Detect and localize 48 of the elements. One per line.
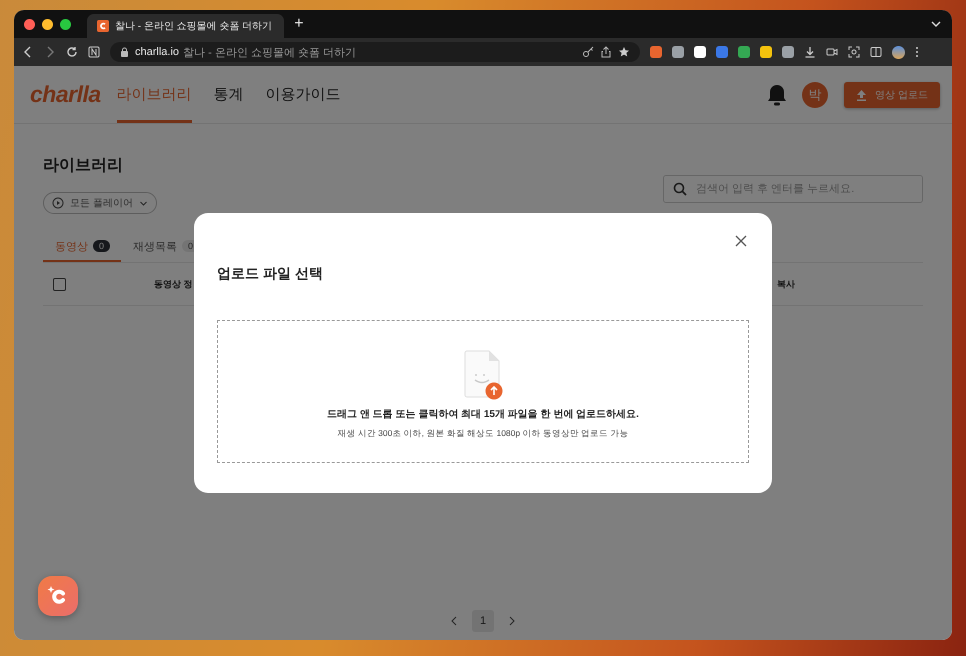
upload-limits-note: 재생 시간 300초 이하, 원본 화질 해상도 1080p 이하 동영상만 업로드 가능 xyxy=(337,428,629,440)
page-button[interactable]: 1 xyxy=(472,610,494,632)
upload-video-button[interactable]: 영상 업로드 xyxy=(844,82,940,108)
file-upload-icon xyxy=(463,350,503,400)
play-circle-icon xyxy=(52,197,64,209)
menu-icon[interactable] xyxy=(915,46,919,58)
nav-tab[interactable]: 라이브러리 xyxy=(116,66,192,123)
content-tab[interactable]: 동영상 0 xyxy=(43,232,122,262)
column-header: 복사 xyxy=(777,278,795,290)
site-favicon-icon xyxy=(97,20,109,32)
search-icon xyxy=(673,182,687,196)
address-bar[interactable]: charlla.io 찰나 - 온라인 쇼핑몰에 숏폼 더하기 xyxy=(110,42,640,62)
screenshot-icon[interactable] xyxy=(848,46,860,58)
upload-icon xyxy=(856,88,868,100)
profile-avatar[interactable] xyxy=(892,46,905,58)
nav-tab[interactable]: 통계 xyxy=(214,66,244,123)
lock-icon xyxy=(120,47,129,57)
drop-instruction: 드래그 앤 드롭 또는 클릭하여 최대 15개 파일을 한 번에 업로드하세요. xyxy=(327,408,639,420)
nav-tab[interactable]: 이용가이드 xyxy=(266,66,341,123)
file-drop-zone[interactable]: 드래그 앤 드롭 또는 클릭하여 최대 15개 파일을 한 번에 업로드하세요. 재생 시간 300초 이하, 원본 화질 해상도 1080p 이하 동영상만 업로드 가능 xyxy=(217,320,749,463)
bookmark-star-icon[interactable] xyxy=(618,46,630,58)
assistant-button[interactable] xyxy=(38,576,78,616)
browser-tab[interactable]: 찰나 - 온라인 쇼핑몰에 숏폼 더하기 xyxy=(87,14,284,38)
close-window-button[interactable] xyxy=(24,18,35,30)
minimize-window-button[interactable] xyxy=(42,18,53,30)
next-page-icon[interactable] xyxy=(508,616,516,626)
reader-icon[interactable] xyxy=(88,46,100,58)
player-filter-dropdown[interactable]: 모든 플레이어 xyxy=(43,192,157,214)
download-icon[interactable] xyxy=(804,46,816,58)
extension-icon[interactable] xyxy=(694,46,706,58)
select-all-checkbox[interactable] xyxy=(53,278,66,290)
close-icon[interactable] xyxy=(735,235,747,247)
camera-icon[interactable] xyxy=(826,46,838,58)
key-icon[interactable] xyxy=(582,46,594,58)
reload-icon[interactable] xyxy=(66,46,78,58)
extension-icon[interactable] xyxy=(760,46,772,58)
share-icon[interactable] xyxy=(600,46,612,58)
page-title: 라이브러리 xyxy=(43,156,124,176)
previous-page-icon[interactable] xyxy=(450,616,458,626)
logo[interactable]: charlla xyxy=(30,81,101,108)
new-tab-button[interactable]: + xyxy=(290,15,308,33)
user-avatar[interactable]: 박 xyxy=(802,82,828,108)
column-header: 동영상 정 xyxy=(154,278,193,290)
chevron-down-icon xyxy=(138,198,148,208)
sidebar-icon[interactable] xyxy=(870,46,882,58)
notification-bell-icon[interactable] xyxy=(766,82,788,106)
dialog-title: 업로드 파일 선택 xyxy=(217,265,324,283)
maximize-window-button[interactable] xyxy=(60,18,71,30)
